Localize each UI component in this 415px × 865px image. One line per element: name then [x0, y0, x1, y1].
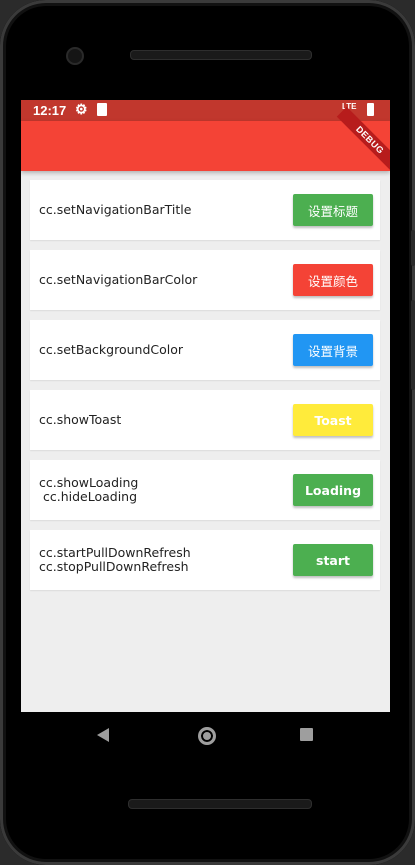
list-item: cc.setBackgroundColor 设置背景	[30, 320, 380, 380]
api-label: cc.showToast	[39, 412, 122, 427]
front-camera	[66, 47, 84, 65]
api-label: cc.setNavigationBarColor	[39, 272, 198, 287]
bottom-speaker	[128, 799, 312, 809]
power-button	[411, 230, 415, 266]
system-nav-bar	[21, 712, 390, 760]
volume-button	[411, 300, 415, 390]
loading-button[interactable]: Loading	[293, 474, 373, 506]
gear-icon: ⚙	[75, 101, 88, 117]
api-list: cc.setNavigationBarTitle 设置标题 cc.setNavi…	[30, 180, 380, 600]
api-label: cc.startPullDownRefresh cc.stopPullDownR…	[39, 545, 191, 574]
app-bar: DEBUG	[21, 106, 390, 174]
list-item: cc.setNavigationBarTitle 设置标题	[30, 180, 380, 240]
toast-button[interactable]: Toast	[293, 404, 373, 436]
list-item: cc.setNavigationBarColor 设置颜色	[30, 250, 380, 310]
api-label: cc.setNavigationBarTitle	[39, 202, 192, 217]
status-time: 12:17	[33, 103, 67, 118]
screen: 12:17 ⚙ LTE DEBUG cc.setNavigationBarTit…	[21, 100, 390, 712]
set-title-button[interactable]: 设置标题	[293, 194, 373, 226]
sd-card-icon	[97, 103, 107, 116]
set-color-button[interactable]: 设置颜色	[293, 264, 373, 296]
recents-icon[interactable]	[300, 728, 313, 741]
list-item: cc.showLoading cc.hideLoading Loading	[30, 460, 380, 520]
top-speaker	[130, 50, 312, 60]
battery-icon	[367, 103, 374, 116]
back-icon[interactable]	[97, 728, 109, 742]
home-icon[interactable]	[198, 727, 216, 745]
status-bar: 12:17 ⚙ LTE	[21, 100, 390, 121]
start-refresh-button[interactable]: start	[293, 544, 373, 576]
phone-frame: 12:17 ⚙ LTE DEBUG cc.setNavigationBarTit…	[0, 0, 415, 865]
list-item: cc.showToast Toast	[30, 390, 380, 450]
set-background-button[interactable]: 设置背景	[293, 334, 373, 366]
api-label: cc.setBackgroundColor	[39, 342, 184, 357]
list-item: cc.startPullDownRefresh cc.stopPullDownR…	[30, 530, 380, 590]
api-label: cc.showLoading cc.hideLoading	[39, 475, 139, 504]
